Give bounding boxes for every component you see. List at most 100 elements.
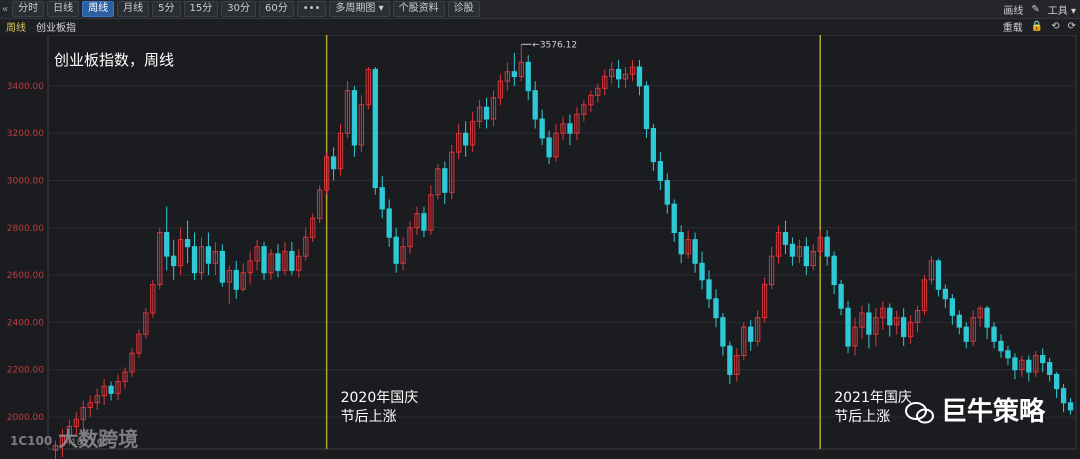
candle-body [789,243,796,257]
tab-15min[interactable]: 15分 [183,1,219,17]
candle-body [442,168,448,193]
candle-body [748,326,754,342]
candle-body [998,340,1004,352]
candle-body [1067,402,1074,411]
lock-icon[interactable]: 🔒 [1031,21,1043,32]
period-label: 周线 [6,23,26,34]
candle-body [664,180,670,205]
candle-body [511,71,517,77]
candle-body [1005,350,1011,359]
undo-icon[interactable]: ⟲ [1051,21,1059,32]
candle-body [782,232,789,245]
tab-daily[interactable]: 日线 [47,1,80,17]
candle-body [803,246,809,267]
candle-body [539,118,545,139]
candle-body [108,385,114,394]
candle-body [831,255,837,286]
candle-body [386,208,392,238]
collapse-icon[interactable]: « [2,4,8,15]
candle-body [963,326,969,342]
candle-body [636,66,643,87]
candle-body [866,312,872,335]
candle-body [1047,362,1053,375]
candle-body [525,61,531,92]
toolbar-tabs: « 分时 日线 周线 月线 5分 15分 30分 60分 ••• 多周期图 ▾ … [0,0,483,18]
draw-line-button[interactable]: 画线 [1003,2,1023,17]
candle-body [379,187,385,210]
y-tick-label: 2000.00 [7,413,44,423]
y-tick-label: 3200.00 [7,129,44,139]
candle-body [935,260,942,290]
candle-body [546,137,552,158]
multi-period-dropdown[interactable]: 多周期图 ▾ [329,1,390,17]
candle-body [191,246,198,274]
pencil-icon[interactable]: ✎ [1031,4,1039,15]
candle-body [720,317,726,347]
candle-body [275,253,281,271]
candle-body [483,106,490,120]
candle-body [984,307,990,328]
candle-body [706,279,712,300]
chart-title: 创业板指数，周线 [54,51,174,69]
y-tick-label: 2800.00 [7,224,44,234]
candle-body [164,232,170,257]
candle-body [1053,373,1060,390]
candle-body [838,284,844,309]
redo-icon[interactable]: ⟳ [1068,21,1076,32]
candle-body [727,345,733,375]
candle-body [949,298,955,316]
candle-body [372,68,378,189]
candle-body [205,246,212,264]
candle-body [532,90,538,120]
tab-intraday[interactable]: 分时 [12,1,45,17]
candle-body [887,307,893,326]
candle-body [289,250,295,271]
watermark-right: 巨牛策略 [905,391,1045,428]
tab-60min[interactable]: 60分 [258,1,294,17]
annotation-line1: 2020年国庆 [341,390,419,406]
candle-body [463,132,469,146]
tab-5min[interactable]: 5分 [152,1,181,17]
brand-logo: 1C100 [10,433,53,448]
candle-body [956,314,962,328]
candle-body [713,298,719,319]
reload-button[interactable]: 重载 [1003,19,1023,34]
index-name: 创业板指 [36,23,76,34]
subbar-controls: 重载 🔒 ⟲ ⟳ [995,19,1076,34]
tools-menu[interactable]: 工具 ▾ [1048,2,1076,17]
annotation-line2: 节后上涨 [341,409,397,425]
candle-body [261,246,267,274]
tab-30min[interactable]: 30分 [221,1,256,17]
more-periods-button[interactable]: ••• [296,1,327,17]
candle-body [219,250,225,283]
tab-weekly[interactable]: 周线 [82,1,115,17]
candle-body [657,161,663,182]
tab-monthly[interactable]: 月线 [117,1,150,17]
y-tick-label: 2600.00 [7,271,44,281]
candle-body [615,68,622,80]
y-tick-label: 2400.00 [7,318,44,328]
wechat-icon [905,401,934,423]
candle-body [351,90,358,146]
candle-body [901,317,907,338]
candle-body [991,326,997,342]
chart-subheader: 周线 创业板指 重载 🔒 ⟲ ⟳ [0,19,1080,34]
candle-body [1026,359,1032,373]
toolbar-right: 画线 ✎ 工具 ▾ [995,0,1076,18]
annotation-line2: 节后上涨 [834,409,890,425]
candle-body [699,262,705,281]
y-tick-label: 3000.00 [7,177,44,187]
annotation-line1: 2021年国庆 [834,390,912,406]
candle-body [671,203,677,234]
stock-info-button[interactable]: 个股资料 [392,1,445,17]
candle-body [1060,388,1067,404]
y-tick-label: 3400.00 [7,82,44,92]
candle-body [233,269,239,290]
candle-body [650,127,657,163]
diagnose-button[interactable]: 诊股 [447,1,480,17]
plot-frame [47,35,1077,450]
candle-body [1012,357,1018,371]
y-tick-label: 2200.00 [7,366,44,376]
candle-body [824,236,830,257]
watermark-right-text: 巨牛策略 [941,397,1046,427]
